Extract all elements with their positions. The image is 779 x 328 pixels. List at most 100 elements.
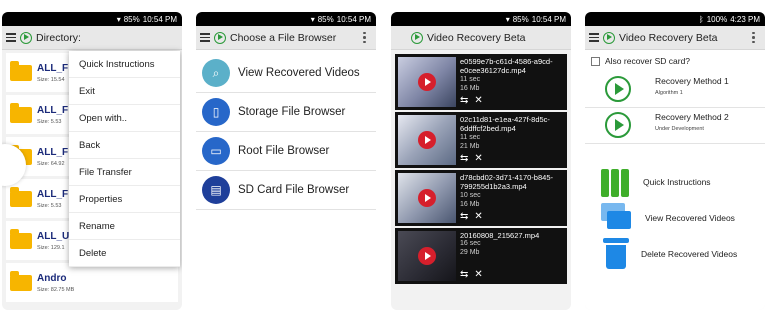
page-title: Video Recovery Beta xyxy=(619,31,718,44)
list-item-view-recovered[interactable]: ⌕ View Recovered Videos xyxy=(196,54,376,93)
menu-icon[interactable] xyxy=(200,33,210,42)
app-logo-icon xyxy=(603,31,615,44)
view-recovered-videos-button[interactable]: View Recovered Videos xyxy=(585,200,765,236)
video-thumbnail[interactable] xyxy=(398,231,456,281)
browser-list: ⌕ View Recovered Videos ▯ Storage File B… xyxy=(196,54,376,210)
menu-item-back[interactable]: Back xyxy=(69,132,180,159)
status-bar: ▾ 85% 10:54 PM xyxy=(196,12,376,26)
menu-item-properties[interactable]: Properties xyxy=(69,186,180,213)
list-item-storage[interactable]: ▯ Storage File Browser xyxy=(196,93,376,132)
bluetooth-icon: ᛒ xyxy=(698,14,704,24)
menu-item-exit[interactable]: Exit xyxy=(69,78,180,105)
close-icon[interactable]: ✕ xyxy=(474,153,482,166)
play-icon[interactable] xyxy=(418,247,436,265)
status-bar: ᛒ 100% 4:23 PM xyxy=(585,12,765,26)
menu-item-delete[interactable]: Delete xyxy=(69,240,180,267)
sd-card-checkbox-row[interactable]: Also recover SD card? xyxy=(585,50,765,72)
video-filename: d78cbd02-3d71-4170-b845-799255d1b2a3.mp4 xyxy=(460,173,553,192)
list-item[interactable]: d78cbd02-3d71-4170-b845-799255d1b2a3.mp4… xyxy=(395,170,567,226)
more-options-icon[interactable] xyxy=(752,31,755,44)
play-icon[interactable] xyxy=(605,76,631,102)
video-thumbnail[interactable] xyxy=(398,57,456,107)
list-item[interactable]: 20160808_215627.mp4 16 sec 29 Mb ⇆ ✕ xyxy=(395,228,567,284)
app-bar: Choose a File Browser xyxy=(196,26,376,50)
phone-recovery-home: ᛒ 100% 4:23 PM Video Recovery Beta Also … xyxy=(585,12,765,310)
folder-icon xyxy=(10,102,32,123)
close-icon[interactable]: ✕ xyxy=(474,95,482,108)
video-filename: 02c11d81-e1ea-427f-8d5c-6ddffcf2bed.mp4 xyxy=(460,115,550,134)
status-time: 10:54 PM xyxy=(531,14,566,24)
share-icon[interactable]: ⇆ xyxy=(460,95,468,108)
menu-item-file-transfer[interactable]: File Transfer xyxy=(69,159,180,186)
phone-directory: ▾ 85% 10:54 PM Directory: ALL_F Size: 15.… xyxy=(2,12,182,310)
share-icon[interactable]: ⇆ xyxy=(460,269,468,282)
video-list: e0599e7b-c61d-4586-a9cd-e0cee36127dc.mp4… xyxy=(391,54,571,286)
menu-icon[interactable] xyxy=(589,33,599,42)
video-thumbnail[interactable] xyxy=(398,173,456,223)
phone-file-browser: ▾ 85% 10:54 PM Choose a File Browser ⌕ V… xyxy=(196,12,376,310)
video-duration: 16 sec xyxy=(460,240,481,248)
battery-level: 100% xyxy=(706,14,728,24)
play-icon[interactable] xyxy=(418,131,436,149)
folder-icon xyxy=(10,60,32,81)
video-duration: 11 sec xyxy=(460,75,481,83)
page-title: Directory: xyxy=(36,31,81,44)
quick-instructions-button[interactable]: Quick Instructions xyxy=(585,164,765,200)
play-icon[interactable] xyxy=(418,73,436,91)
delete-recovered-videos-button[interactable]: Delete Recovered Videos xyxy=(585,236,765,272)
battery-level: 85% xyxy=(512,14,529,24)
books-icon xyxy=(601,167,631,197)
more-options-icon[interactable] xyxy=(363,31,366,44)
status-time: 10:54 PM xyxy=(142,14,177,24)
trash-icon xyxy=(603,238,629,270)
app-logo-icon xyxy=(20,31,32,44)
status-bar: ▾ 85% 10:54 PM xyxy=(391,12,571,26)
sd-card-checkbox-label: Also recover SD card? xyxy=(605,56,691,66)
play-icon[interactable] xyxy=(418,189,436,207)
phone-icon: ▯ xyxy=(202,98,230,126)
app-logo-icon xyxy=(214,31,226,44)
menu-icon[interactable] xyxy=(6,33,16,42)
video-size: 29 Mb xyxy=(460,249,480,257)
video-size: 21 Mb xyxy=(460,142,480,150)
status-time: 10:54 PM xyxy=(336,14,371,24)
list-item[interactable]: Andro Size: 82.75 MB xyxy=(6,263,178,302)
share-icon[interactable]: ⇆ xyxy=(460,211,468,224)
folder-icon xyxy=(10,228,32,249)
list-item[interactable]: e0599e7b-c61d-4586-a9cd-e0cee36127dc.mp4… xyxy=(395,54,567,110)
video-size: 16 Mb xyxy=(460,84,480,92)
battery-level: 85% xyxy=(123,14,140,24)
video-duration: 11 sec xyxy=(460,133,481,141)
sd-card-icon: ▤ xyxy=(202,176,230,204)
share-icon[interactable]: ⇆ xyxy=(460,153,468,166)
folder-icon: ▭ xyxy=(202,137,230,165)
wifi-icon: ▾ xyxy=(505,14,510,24)
app-bar: Video Recovery Beta xyxy=(391,26,571,50)
menu-item-rename[interactable]: Rename xyxy=(69,213,180,240)
app-logo-icon xyxy=(411,31,423,44)
list-item-root[interactable]: ▭ Root File Browser xyxy=(196,132,376,171)
menu-item-quick-instructions[interactable]: Quick Instructions xyxy=(69,51,180,78)
menu-item-open-with[interactable]: Open with.. xyxy=(69,105,180,132)
folders-icon xyxy=(601,203,633,233)
overflow-menu: Quick Instructions Exit Open with.. Back… xyxy=(69,51,180,267)
video-thumbnail[interactable] xyxy=(398,115,456,165)
list-item[interactable]: 02c11d81-e1ea-427f-8d5c-6ddffcf2bed.mp4 1… xyxy=(395,112,567,168)
video-size: 16 Mb xyxy=(460,200,480,208)
recovery-method-2[interactable]: Recovery Method 2 Under Development xyxy=(585,108,765,144)
play-icon[interactable] xyxy=(605,112,631,138)
video-filename: 20160808_215627.mp4 xyxy=(460,231,540,240)
close-icon[interactable]: ✕ xyxy=(474,269,482,282)
wifi-icon: ▾ xyxy=(310,14,315,24)
page-title: Video Recovery Beta xyxy=(427,31,526,44)
recovery-method-1[interactable]: Recovery Method 1 Algorithm 1 xyxy=(585,72,765,108)
sd-card-checkbox[interactable] xyxy=(591,56,600,66)
video-duration: 10 sec xyxy=(460,191,481,199)
app-bar: Directory: xyxy=(2,26,182,50)
close-icon[interactable]: ✕ xyxy=(474,211,482,224)
video-filename: e0599e7b-c61d-4586-a9cd-e0cee36127dc.mp4 xyxy=(460,57,553,76)
status-bar: ▾ 85% 10:54 PM xyxy=(2,12,182,26)
battery-level: 85% xyxy=(317,14,334,24)
list-item-sd-card[interactable]: ▤ SD Card File Browser xyxy=(196,171,376,210)
main-content: Also recover SD card? Recovery Method 1A… xyxy=(585,50,765,310)
